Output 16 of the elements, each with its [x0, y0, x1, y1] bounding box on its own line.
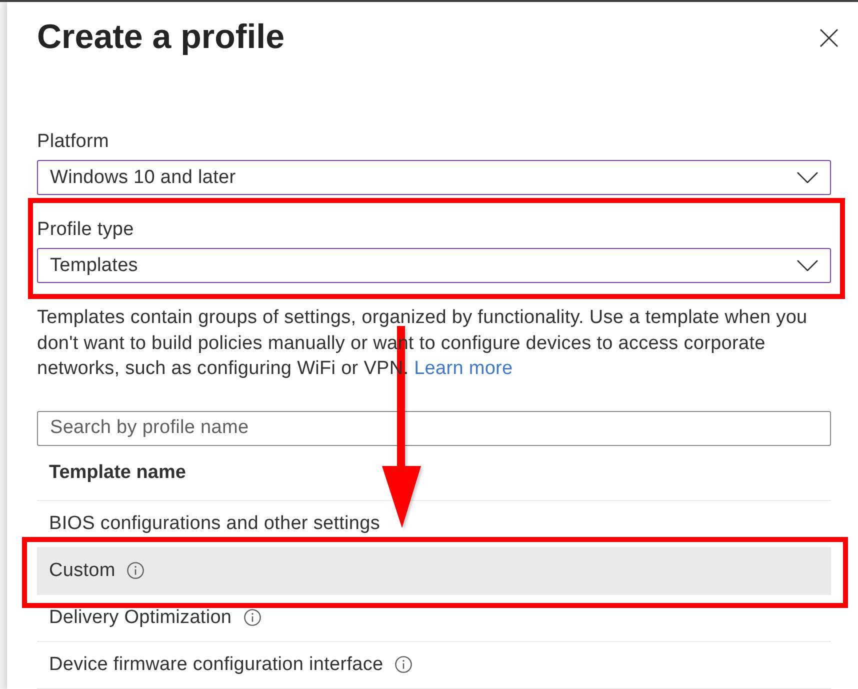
template-row[interactable]: Device firmware configuration interface: [37, 642, 831, 688]
info-icon: [127, 562, 144, 579]
field-label: Profile type: [37, 218, 134, 242]
info-icon: [395, 656, 412, 673]
learn-more-link[interactable]: Learn more: [414, 358, 513, 379]
field-label: Platform: [37, 130, 109, 154]
platform-dropdown[interactable]: Windows 10 and later: [37, 160, 831, 195]
panel-title: Create a profile: [37, 17, 285, 57]
close-button[interactable]: [820, 29, 838, 47]
close-icon: [820, 29, 838, 47]
chevron-down-icon: [797, 260, 818, 271]
info-icon: [244, 609, 261, 626]
chevron-down-icon: [797, 172, 818, 183]
template-row[interactable]: Custom: [37, 548, 831, 594]
search-field[interactable]: Search by profile name: [37, 410, 831, 446]
profile-type-dropdown[interactable]: Templates: [37, 248, 831, 283]
